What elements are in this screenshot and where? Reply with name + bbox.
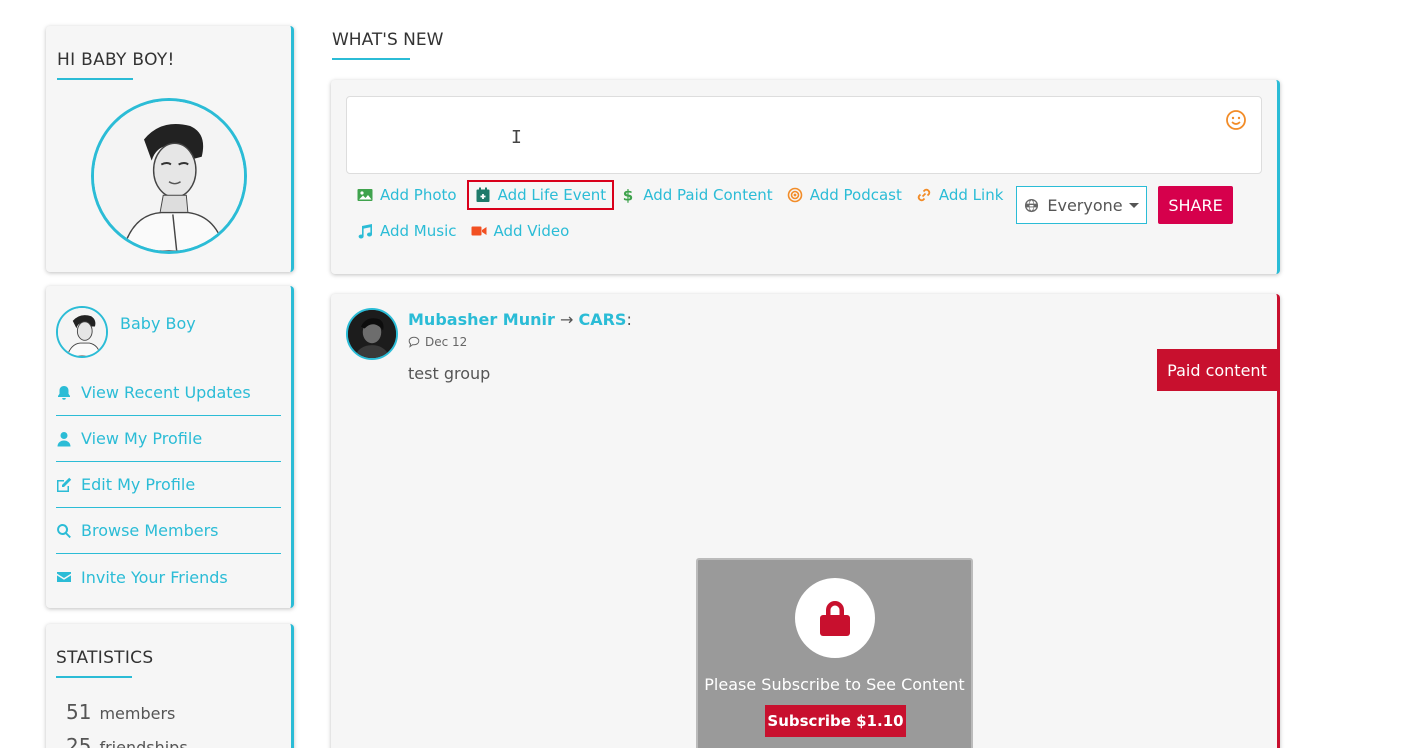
nav-item-view-recent-updates[interactable]: View Recent Updates bbox=[56, 370, 281, 416]
action-label: Add Video bbox=[493, 222, 570, 240]
add-link-button[interactable]: Add Link bbox=[916, 186, 1004, 204]
nav-item-label: Invite Your Friends bbox=[81, 567, 228, 587]
emoji-smiley-icon[interactable] bbox=[1225, 109, 1247, 131]
envelope-icon bbox=[57, 572, 71, 582]
greeting-title: HI BABY BOY! bbox=[57, 50, 175, 70]
lock-icon bbox=[820, 601, 850, 636]
author-link[interactable]: Mubasher Munir bbox=[408, 310, 555, 329]
action-label: Add Life Event bbox=[497, 186, 607, 204]
post-body-text: test group bbox=[408, 364, 491, 383]
user-name-link[interactable]: Baby Boy bbox=[120, 314, 196, 333]
nav-item-view-my-profile[interactable]: View My Profile bbox=[56, 416, 281, 462]
profile-card: HI BABY BOY! bbox=[46, 26, 294, 272]
title-underline bbox=[56, 676, 132, 678]
user-icon bbox=[57, 431, 71, 446]
person-portrait-icon bbox=[58, 308, 106, 356]
link-icon bbox=[917, 188, 931, 202]
profile-avatar[interactable] bbox=[91, 98, 247, 254]
user-avatar[interactable] bbox=[56, 306, 108, 358]
svg-text:$: $ bbox=[623, 187, 633, 203]
post-composer: I Add Photo Add Life Event $ Add Paid Co… bbox=[331, 80, 1280, 274]
title-underline bbox=[332, 58, 410, 60]
author-avatar[interactable] bbox=[346, 308, 398, 360]
statistics-title: STATISTICS bbox=[56, 648, 154, 668]
music-icon bbox=[358, 224, 372, 239]
add-life-event-button[interactable]: Add Life Event bbox=[466, 180, 615, 210]
post-timestamp[interactable]: Dec 12 bbox=[408, 335, 467, 349]
add-music-button[interactable]: Add Music bbox=[357, 222, 457, 240]
podcast-icon bbox=[787, 187, 803, 203]
nav-item-label: Edit My Profile bbox=[81, 475, 196, 494]
lock-badge bbox=[795, 578, 875, 658]
nav-list: View Recent Updates View My Profile Edit… bbox=[56, 370, 281, 600]
subscribe-message: Please Subscribe to See Content bbox=[704, 675, 965, 694]
stat-label: members bbox=[99, 704, 176, 723]
feed-post: Mubasher Munir → CARS: Dec 12 test group… bbox=[331, 294, 1280, 748]
text-cursor: I bbox=[511, 127, 522, 148]
video-icon bbox=[471, 226, 486, 236]
person-portrait-icon bbox=[348, 310, 396, 358]
composer-actions-row-2: Add Music Add Video bbox=[357, 222, 583, 240]
add-podcast-button[interactable]: Add Podcast bbox=[787, 186, 902, 204]
post-date-text: Dec 12 bbox=[425, 335, 468, 349]
dollar-icon: $ bbox=[623, 187, 633, 203]
subscribe-button[interactable]: Subscribe $1.10 bbox=[765, 705, 906, 737]
stat-friendships: 25 friendships bbox=[66, 734, 188, 748]
action-label: Add Music bbox=[380, 222, 457, 240]
add-paid-content-button[interactable]: $ Add Paid Content bbox=[620, 186, 773, 204]
post-header: Mubasher Munir → CARS: bbox=[408, 310, 632, 329]
nav-item-label: View My Profile bbox=[81, 429, 203, 448]
stat-label: friendships bbox=[99, 738, 188, 748]
action-label: Add Photo bbox=[380, 186, 457, 204]
action-label: Add Podcast bbox=[809, 186, 902, 204]
stat-value: 51 bbox=[66, 700, 92, 724]
nav-item-invite-your-friends[interactable]: Invite Your Friends bbox=[56, 554, 281, 600]
bell-icon bbox=[58, 385, 70, 400]
stat-value: 25 bbox=[66, 734, 92, 748]
globe-icon bbox=[1025, 198, 1039, 212]
page: HI BABY BOY! Baby Boy View Recent Update… bbox=[0, 0, 1403, 748]
whats-new-title: WHAT'S NEW bbox=[332, 30, 444, 50]
comment-icon bbox=[408, 336, 420, 348]
action-label: Add Paid Content bbox=[643, 186, 773, 204]
locked-content-overlay: Please Subscribe to See Content Subscrib… bbox=[696, 558, 973, 748]
nav-item-browse-members[interactable]: Browse Members bbox=[56, 508, 281, 554]
edit-icon bbox=[57, 477, 72, 492]
stat-members: 51 members bbox=[66, 700, 175, 724]
group-link[interactable]: CARS bbox=[578, 310, 626, 329]
navigation-card: Baby Boy View Recent Updates View My Pro… bbox=[46, 286, 294, 608]
composer-actions-row-1: Add Photo Add Life Event $ Add Paid Cont… bbox=[357, 180, 1017, 210]
statistics-card: STATISTICS 51 members 25 friendships bbox=[46, 624, 294, 748]
image-icon bbox=[357, 189, 373, 201]
action-label: Add Link bbox=[938, 186, 1004, 204]
audience-value: Everyone bbox=[1047, 195, 1123, 215]
paid-content-badge: Paid content bbox=[1157, 349, 1277, 391]
search-icon bbox=[57, 523, 71, 538]
audience-dropdown[interactable]: Everyone bbox=[1016, 186, 1147, 224]
nav-item-label: View Recent Updates bbox=[81, 383, 251, 402]
chevron-down-icon bbox=[1128, 202, 1139, 208]
share-button[interactable]: SHARE bbox=[1158, 186, 1233, 224]
calendar-icon bbox=[476, 187, 490, 202]
add-video-button[interactable]: Add Video bbox=[471, 222, 570, 240]
add-photo-button[interactable]: Add Photo bbox=[357, 186, 457, 204]
nav-item-label: Browse Members bbox=[81, 521, 219, 540]
title-underline bbox=[57, 78, 133, 80]
person-portrait-icon bbox=[94, 101, 244, 251]
arrow-separator: → bbox=[559, 310, 574, 329]
header-colon: : bbox=[626, 310, 632, 329]
status-textarea[interactable]: I bbox=[346, 96, 1262, 174]
nav-item-edit-my-profile[interactable]: Edit My Profile bbox=[56, 462, 281, 508]
